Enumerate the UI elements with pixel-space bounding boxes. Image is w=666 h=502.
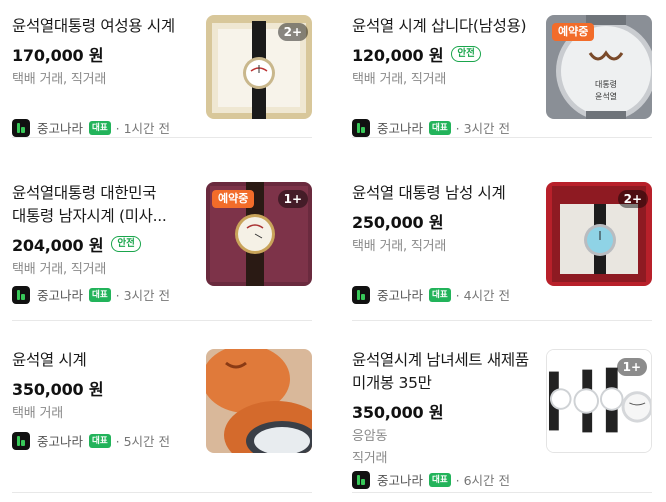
listing-thumbnail[interactable]: 2+ [206, 15, 312, 119]
market-name: 중고나라 [37, 288, 84, 303]
reserved-badge: 예약중 [212, 190, 255, 208]
listing-price: 204,000 원 [12, 235, 104, 255]
seller-meta: 중고나라 대표 · 3시간 전 [352, 118, 510, 137]
image-count-badge: 1+ [616, 358, 647, 376]
rep-badge: 대표 [89, 287, 111, 302]
listing-thumbnail[interactable]: 대통령 윤석열 예약중 [546, 15, 652, 119]
price-row: 170,000 원 [12, 42, 200, 65]
listing-title[interactable]: 윤석열시계 남녀세트 새제품 미개봉 35만 [352, 349, 540, 395]
row-divider [12, 320, 312, 321]
listing-info: 윤석열대통령 여성용 시계 170,000 원 택배 거래, 직거래 [12, 15, 200, 90]
watch-tin-photo-icon [206, 349, 312, 453]
joongna-app-icon [352, 118, 370, 137]
posted-time: · 4시간 전 [455, 288, 511, 303]
joongna-app-icon [352, 470, 370, 489]
seller-meta: 중고나라 대표 · 1시간 전 [12, 118, 170, 137]
market-name: 중고나라 [37, 121, 84, 136]
seller-meta: 중고나라 대표 · 6시간 전 [352, 470, 510, 489]
listing-info: 윤석열 대통령 남성 시계 250,000 원 택배 거래, 직거래 [352, 182, 540, 257]
svg-text:대통령: 대통령 [595, 80, 617, 89]
joongna-app-icon [352, 285, 370, 304]
safe-pay-badge: 안전 [111, 235, 141, 252]
listing-title[interactable]: 윤석열대통령 대한민국 대통령 남자시계 (미사... [12, 182, 200, 228]
market-name: 중고나라 [377, 473, 424, 488]
listing-title[interactable]: 윤석열 시계 삽니다(남성용) [352, 15, 540, 38]
price-row: 250,000 원 [352, 209, 540, 232]
listing-title[interactable]: 윤석열 시계 [12, 349, 200, 372]
listing-thumbnail[interactable]: 1+ [546, 349, 652, 453]
delivery-type: 택배 거래, 직거래 [352, 72, 447, 87]
safe-pay-badge: 안전 [451, 45, 481, 62]
listing-price: 250,000 원 [352, 212, 444, 232]
joongna-app-icon [12, 118, 30, 137]
location: 응암동 [352, 429, 388, 444]
price-row: 350,000 원 [12, 376, 200, 399]
row-divider [352, 137, 652, 138]
listing-price: 170,000 원 [12, 45, 104, 65]
listing-price: 350,000 원 [352, 402, 444, 422]
delivery-type: 택배 거래 [12, 406, 63, 421]
listing-info: 윤석열 시계 삽니다(남성용) 120,000 원 안전 택배 거래, 직거래 [352, 15, 540, 90]
listing-price: 350,000 원 [12, 379, 104, 399]
listing-thumbnail[interactable] [206, 349, 312, 453]
rep-badge: 대표 [429, 120, 451, 135]
joongna-app-icon [12, 431, 30, 450]
posted-time: · 5시간 전 [115, 434, 171, 449]
listing-thumbnail[interactable]: 예약중 1+ [206, 182, 312, 286]
market-name: 중고나라 [377, 121, 424, 136]
image-count-badge: 1+ [277, 190, 308, 208]
posted-time: · 3시간 전 [455, 121, 511, 136]
rep-badge: 대표 [89, 433, 111, 448]
delivery-type: 택배 거래, 직거래 [12, 72, 107, 87]
price-row: 120,000 원 안전 [352, 42, 540, 65]
joongna-app-icon [12, 285, 30, 304]
delivery-type: 택배 거래, 직거래 [12, 262, 107, 277]
delivery-type: 직거래 [352, 451, 388, 466]
row-divider [352, 320, 652, 321]
market-name: 중고나라 [37, 434, 84, 449]
image-count-badge: 2+ [277, 23, 308, 41]
listing-info: 윤석열시계 남녀세트 새제품 미개봉 35만 350,000 원 응암동 직거래 [352, 349, 540, 469]
seller-meta: 중고나라 대표 · 4시간 전 [352, 285, 510, 304]
seller-meta: 중고나라 대표 · 3시간 전 [12, 285, 170, 304]
rep-badge: 대표 [429, 472, 451, 487]
delivery-type: 택배 거래, 직거래 [352, 239, 447, 254]
image-count-badge: 2+ [617, 190, 648, 208]
rep-badge: 대표 [429, 287, 451, 302]
listing-info: 윤석열 시계 350,000 원 택배 거래 [12, 349, 200, 424]
listing-info: 윤석열대통령 대한민국 대통령 남자시계 (미사... 204,000 원 안전… [12, 182, 200, 280]
listing-price: 120,000 원 [352, 45, 444, 65]
row-divider [12, 137, 312, 138]
posted-time: · 3시간 전 [115, 288, 171, 303]
row-divider [352, 492, 652, 493]
listing-title[interactable]: 윤석열대통령 여성용 시계 [12, 15, 200, 38]
listing-title[interactable]: 윤석열 대통령 남성 시계 [352, 182, 540, 205]
seller-meta: 중고나라 대표 · 5시간 전 [12, 431, 170, 450]
reserved-badge: 예약중 [552, 23, 595, 41]
market-name: 중고나라 [377, 288, 424, 303]
listing-thumbnail[interactable]: 2+ [546, 182, 652, 286]
posted-time: · 1시간 전 [115, 121, 171, 136]
price-row: 204,000 원 안전 [12, 232, 200, 255]
row-divider [12, 492, 312, 493]
price-row: 350,000 원 [352, 399, 540, 422]
rep-badge: 대표 [89, 120, 111, 135]
posted-time: · 6시간 전 [455, 473, 511, 488]
svg-text:윤석열: 윤석열 [595, 91, 617, 101]
